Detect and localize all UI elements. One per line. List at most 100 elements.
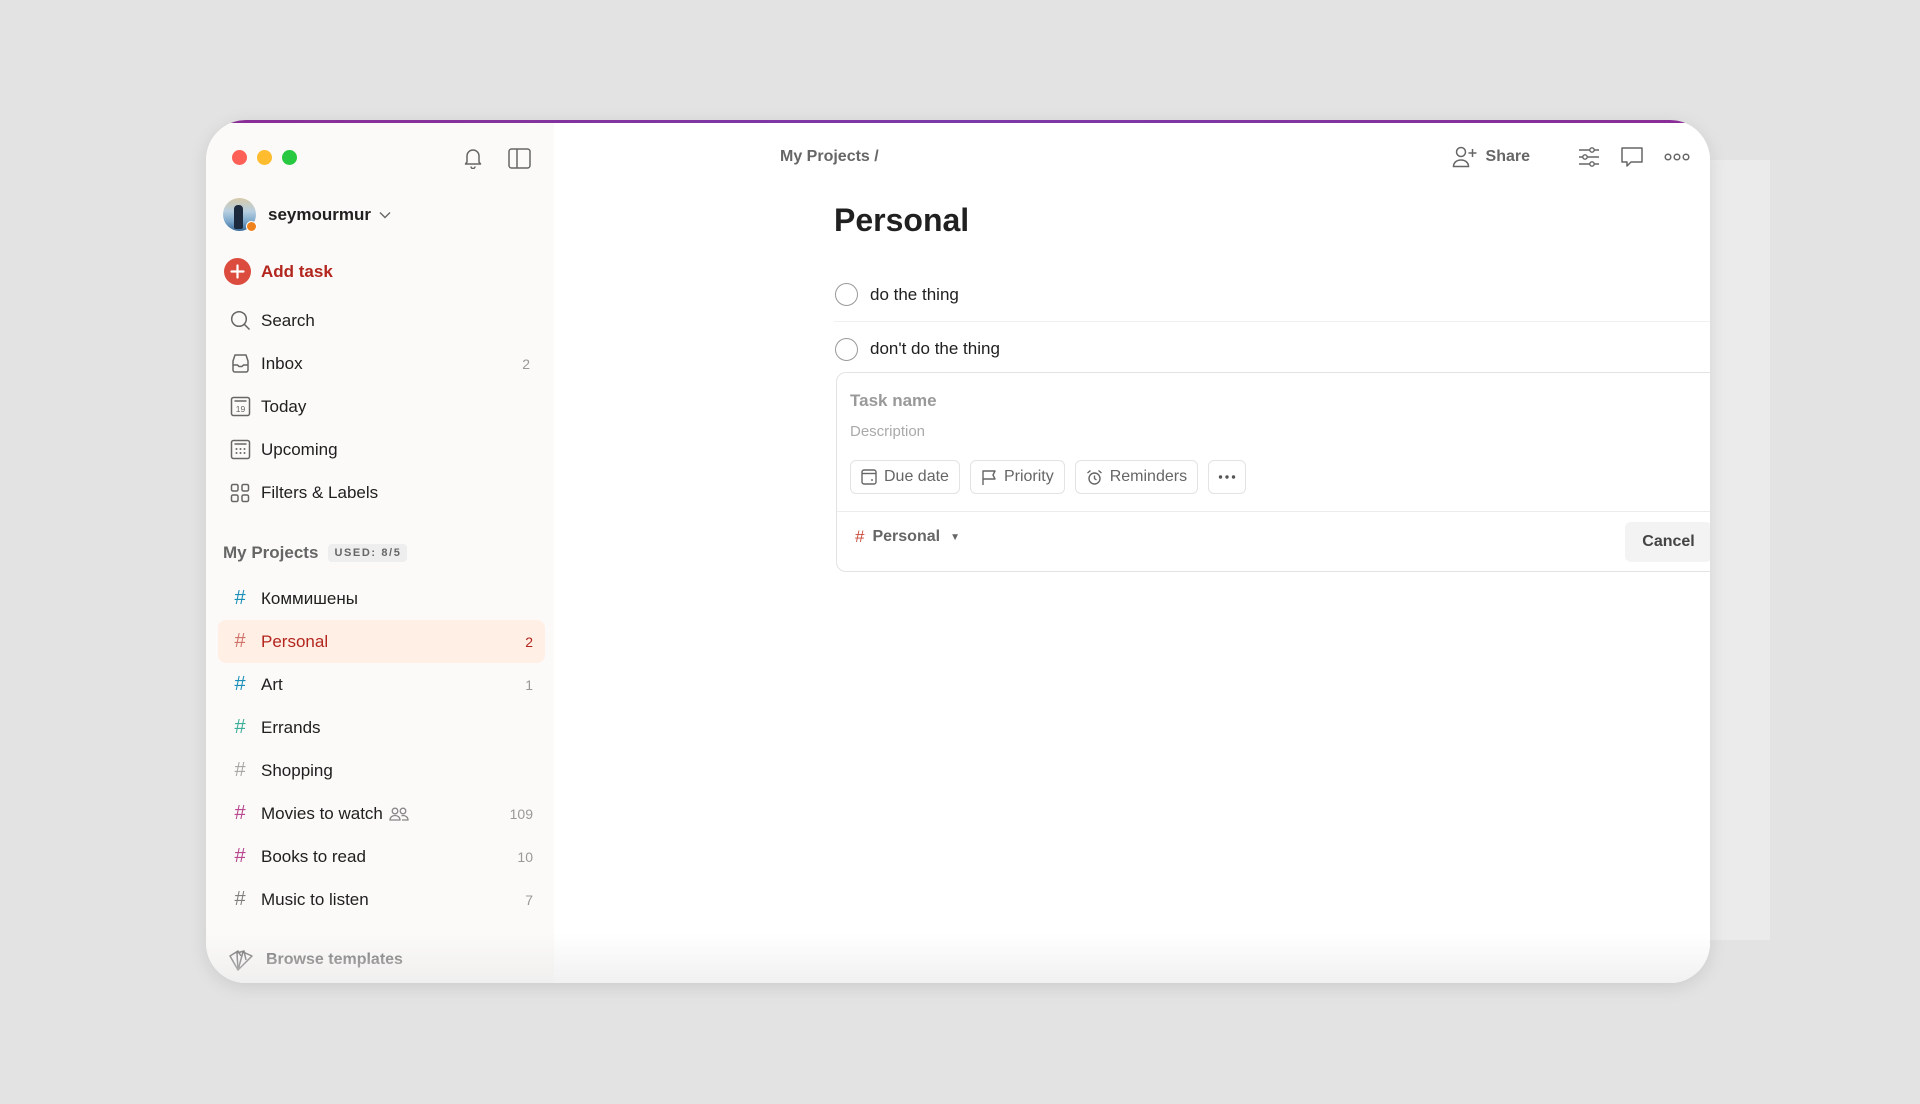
avatar xyxy=(223,198,257,232)
minimize-window-button[interactable] xyxy=(257,150,272,165)
user-name: seymourmur xyxy=(268,204,371,224)
sidebar-item-label: Upcoming xyxy=(261,439,338,459)
hash-icon: # xyxy=(855,527,865,546)
maximize-window-button[interactable] xyxy=(282,150,297,165)
hash-icon: # xyxy=(234,888,246,910)
project-count: 1 xyxy=(525,676,533,693)
more-horizontal-icon xyxy=(1664,153,1690,161)
project-item[interactable]: # Movies to watch 109 xyxy=(218,792,545,835)
project-item[interactable]: # Коммишены xyxy=(218,577,545,620)
task-editor: Task name Description Due date Priority xyxy=(836,372,1710,572)
task-complete-checkbox[interactable] xyxy=(835,283,858,306)
sidebar-item-label: Search xyxy=(261,310,315,330)
notifications-button[interactable] xyxy=(461,146,485,170)
caret-down-icon: ▼ xyxy=(950,531,960,543)
my-projects-title: My Projects xyxy=(223,543,319,562)
hash-icon: # xyxy=(234,673,246,695)
task-complete-checkbox[interactable] xyxy=(835,337,858,361)
task-title[interactable]: do the thing xyxy=(870,285,959,305)
share-label: Share xyxy=(1485,148,1530,165)
add-task-button[interactable]: Add task xyxy=(224,258,333,285)
task-list: do the thing don't do the thing xyxy=(834,268,1710,376)
editor-divider xyxy=(837,511,1710,512)
cancel-button[interactable]: Cancel xyxy=(1625,522,1710,562)
browse-templates-label: Browse templates xyxy=(266,951,403,968)
share-button[interactable]: Share xyxy=(1452,146,1530,168)
alarm-clock-icon xyxy=(1086,469,1102,485)
task-attribute-chips: Due date Priority Reminders xyxy=(850,460,1247,494)
sidebar-item-label: Today xyxy=(261,396,307,416)
sidebar-item-inbox[interactable]: Inbox 2 xyxy=(218,342,541,385)
search-icon xyxy=(229,310,251,332)
sidebar-item-upcoming[interactable]: Upcoming xyxy=(218,428,541,471)
sidebar-item-search[interactable]: Search xyxy=(218,299,541,342)
project-label: Shopping xyxy=(261,760,333,780)
task-item[interactable]: do the thing xyxy=(834,268,1710,322)
app-window: seymourmur Add task Search Inbox 2 19 To… xyxy=(206,120,1710,983)
project-count: 10 xyxy=(517,848,533,865)
project-item[interactable]: # Art 1 xyxy=(218,663,545,706)
calendar-today-icon: 19 xyxy=(229,396,251,418)
project-item[interactable]: # Shopping xyxy=(218,749,545,792)
project-item-active[interactable]: # Personal 2 xyxy=(218,620,545,663)
more-actions-button[interactable] xyxy=(1208,460,1247,494)
project-selector[interactable]: # Personal ▼ xyxy=(855,527,960,547)
sidebar-item-label: Inbox xyxy=(261,353,303,373)
hash-icon: # xyxy=(234,845,246,867)
sliders-icon xyxy=(1579,147,1599,167)
user-menu-button[interactable]: seymourmur xyxy=(223,198,391,232)
sidebar-item-count: 2 xyxy=(522,355,530,372)
sidebar-item-today[interactable]: 19 Today xyxy=(218,385,541,428)
projects-usage-badge: USED: 8/5 xyxy=(328,544,408,562)
project-list: # Коммишены # Personal 2 # Art 1 # Erran… xyxy=(218,577,545,921)
project-item[interactable]: # Music to listen 7 xyxy=(218,878,545,921)
sidebar-nav: Search Inbox 2 19 Today Upcoming Filters… xyxy=(218,299,541,514)
add-task-label: Add task xyxy=(261,261,333,281)
project-label: Personal xyxy=(261,631,329,651)
add-person-icon xyxy=(1452,146,1477,168)
sidebar-item-filters-labels[interactable]: Filters & Labels xyxy=(218,471,541,514)
window-top-accent xyxy=(206,120,1710,123)
calendar-upcoming-icon xyxy=(229,439,251,461)
task-item[interactable]: don't do the thing xyxy=(834,322,1710,376)
project-count: 109 xyxy=(509,805,533,822)
inbox-icon xyxy=(229,353,251,375)
close-window-button[interactable] xyxy=(232,150,247,165)
view-options-button[interactable] xyxy=(1578,147,1600,167)
reminders-label: Reminders xyxy=(1109,468,1188,485)
project-count: 7 xyxy=(525,891,533,908)
reminders-button[interactable]: Reminders xyxy=(1074,460,1199,494)
sidebar: seymourmur Add task Search Inbox 2 19 To… xyxy=(206,120,554,983)
status-dot xyxy=(246,221,257,232)
project-item[interactable]: # Books to read 10 xyxy=(218,835,545,878)
project-label: Books to read xyxy=(261,846,366,866)
comments-button[interactable] xyxy=(1620,145,1644,169)
templates-fan-icon xyxy=(229,950,253,971)
due-date-button[interactable]: Due date xyxy=(850,460,960,494)
task-title[interactable]: don't do the thing xyxy=(870,339,1000,359)
priority-button[interactable]: Priority xyxy=(969,460,1065,494)
plus-circle-icon xyxy=(224,258,251,285)
svg-text:19: 19 xyxy=(235,404,245,414)
task-name-input[interactable]: Task name xyxy=(850,391,937,411)
project-selector-label: Personal xyxy=(872,528,941,545)
shared-users-icon xyxy=(389,807,409,821)
hash-icon: # xyxy=(234,716,246,738)
grid-icon xyxy=(229,482,251,504)
bell-icon xyxy=(464,149,482,169)
browse-templates-button[interactable]: Browse templates xyxy=(228,948,403,972)
more-options-button[interactable] xyxy=(1664,152,1690,162)
project-label: Music to listen xyxy=(261,889,369,909)
my-projects-header[interactable]: My Projects USED: 8/5 xyxy=(223,543,408,563)
more-horizontal-icon xyxy=(1218,475,1236,479)
project-count: 2 xyxy=(525,633,533,650)
due-date-label: Due date xyxy=(884,468,949,485)
toggle-sidebar-button[interactable] xyxy=(507,146,531,170)
sidebar-item-label: Filters & Labels xyxy=(261,482,379,502)
flag-icon xyxy=(982,469,996,485)
window-controls xyxy=(232,150,297,165)
chevron-down-icon xyxy=(379,211,391,218)
breadcrumb[interactable]: My Projects / xyxy=(780,148,879,166)
task-description-input[interactable]: Description xyxy=(850,423,925,440)
project-item[interactable]: # Errands xyxy=(218,706,545,749)
